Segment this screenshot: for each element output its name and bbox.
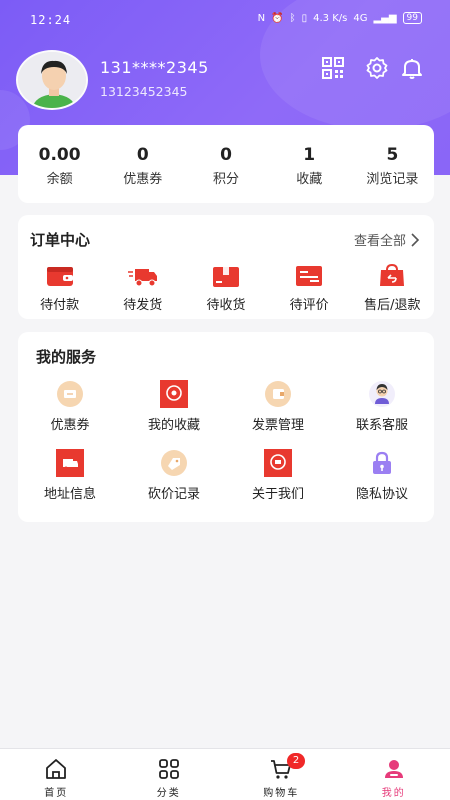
- box-icon: [212, 267, 239, 287]
- tab-home[interactable]: 首页: [0, 749, 113, 800]
- tab-label: 购物车: [263, 788, 300, 799]
- privacy-lock-icon: [373, 451, 391, 474]
- tab-label: 分类: [156, 788, 181, 799]
- order-center-title: 订单中心: [30, 231, 91, 249]
- order-pending-receipt[interactable]: 待收货: [186, 263, 266, 313]
- wallet-icon: [46, 267, 73, 286]
- service-label: 发票管理: [251, 418, 304, 433]
- cart-badge: 2: [287, 753, 305, 769]
- order-item-label: 售后/退款: [364, 298, 421, 313]
- service-privacy[interactable]: 隐私协议: [330, 449, 434, 502]
- order-status-row: 待付款 待发货 待收货 待评价 售后/退款: [18, 263, 434, 313]
- chevron-right-icon: [411, 232, 420, 247]
- my-services-card: 我的服务 优惠券 我的收藏 发票管理 联系客服 地址信息 砍价记录 关于我们 隐…: [18, 332, 434, 522]
- service-label: 砍价记录: [147, 487, 200, 502]
- order-item-label: 待评价: [289, 298, 329, 313]
- stat-value: 0: [136, 145, 149, 165]
- status-icons: N ⏰ ᛒ ▯ 4.3 K/s 4G ▂▄▆ 99: [258, 12, 422, 24]
- notification-bell-icon[interactable]: [400, 56, 424, 80]
- profile-icon: [384, 760, 403, 778]
- tab-label: 我的: [381, 788, 406, 799]
- service-favorites[interactable]: 我的收藏: [122, 380, 226, 433]
- alarm-icon: ⏰: [271, 12, 284, 24]
- service-bargain[interactable]: 砍价记录: [122, 449, 226, 502]
- stat-label: 积分: [213, 172, 240, 187]
- tab-profile[interactable]: 我的: [338, 749, 450, 800]
- status-bar: 12:24 N ⏰ ᛒ ▯ 4.3 K/s 4G ▂▄▆ 99: [0, 0, 450, 40]
- home-icon: [46, 759, 67, 779]
- stat-history[interactable]: 5 浏览记录: [351, 125, 434, 203]
- stat-label: 收藏: [296, 172, 323, 187]
- order-pending-shipment[interactable]: 待发货: [103, 263, 183, 313]
- nfc-icon: N: [257, 12, 266, 24]
- service-label: 地址信息: [43, 487, 96, 502]
- battery-icon: 99: [402, 12, 422, 24]
- stat-value: 1: [303, 145, 316, 165]
- about-icon: [264, 449, 292, 477]
- stat-value: 0: [220, 145, 232, 165]
- customer-service-icon: [369, 381, 395, 407]
- network-speed: 4.3 K/s: [313, 12, 348, 24]
- order-item-label: 待收货: [206, 298, 246, 313]
- avatar[interactable]: [16, 50, 88, 110]
- bottom-tab-bar: 首页 分类 2 购物车 我的: [0, 748, 450, 800]
- order-after-sale[interactable]: 售后/退款: [352, 263, 432, 313]
- service-coupons[interactable]: 优惠券: [18, 380, 122, 433]
- bargain-icon: [161, 450, 187, 476]
- see-all-orders-link[interactable]: 查看全部: [354, 230, 420, 249]
- order-item-label: 待付款: [40, 298, 80, 313]
- stat-balance[interactable]: 0.00 余额: [18, 125, 101, 203]
- vibrate-icon: ▯: [301, 12, 308, 24]
- review-icon: [296, 266, 323, 286]
- username[interactable]: 131****2345: [100, 58, 209, 77]
- see-all-label: 查看全部: [353, 234, 406, 249]
- stat-value: 0.00: [38, 145, 81, 165]
- order-pending-payment[interactable]: 待付款: [20, 263, 100, 313]
- service-label: 隐私协议: [355, 487, 408, 502]
- refund-icon: [380, 263, 405, 286]
- service-label: 关于我们: [251, 487, 304, 502]
- stats-card: 0.00 余额 0 优惠券 0 积分 1 收藏 5 浏览记录: [18, 125, 434, 203]
- status-time: 12:24: [30, 13, 72, 27]
- stat-label: 优惠券: [123, 172, 163, 187]
- favorites-icon: [160, 380, 188, 408]
- stat-favorites[interactable]: 1 收藏: [268, 125, 351, 203]
- stat-points[interactable]: 0 积分: [184, 125, 267, 203]
- address-icon: [56, 449, 84, 477]
- service-label: 联系客服: [355, 418, 408, 433]
- settings-icon[interactable]: [365, 56, 389, 80]
- order-pending-review[interactable]: 待评价: [269, 263, 349, 313]
- invoice-icon: [265, 381, 291, 407]
- stat-label: 浏览记录: [366, 172, 419, 187]
- stat-label: 余额: [46, 172, 73, 187]
- order-center-card: 订单中心 查看全部 待付款 待发货 待收货 待评价 售后/退款: [18, 215, 434, 319]
- service-about-us[interactable]: 关于我们: [226, 449, 330, 502]
- user-phone: 13123452345: [100, 84, 188, 99]
- services-grid: 优惠券 我的收藏 发票管理 联系客服 地址信息 砍价记录 关于我们 隐私协议: [18, 380, 434, 502]
- truck-icon: [127, 269, 157, 287]
- coupon-icon: [57, 381, 83, 407]
- services-title: 我的服务: [36, 348, 97, 366]
- service-invoice[interactable]: 发票管理: [226, 380, 330, 433]
- order-item-label: 待发货: [123, 298, 163, 313]
- stat-coupons[interactable]: 0 优惠券: [101, 125, 184, 203]
- bluetooth-icon: ᛒ: [289, 12, 296, 24]
- qr-code-icon[interactable]: [321, 56, 345, 80]
- service-address[interactable]: 地址信息: [18, 449, 122, 502]
- signal-label: 4G: [353, 12, 368, 24]
- service-label: 我的收藏: [147, 418, 200, 433]
- service-customer-support[interactable]: 联系客服: [330, 380, 434, 433]
- category-grid-icon: [158, 759, 179, 779]
- service-label: 优惠券: [50, 418, 90, 433]
- tab-category[interactable]: 分类: [113, 749, 226, 800]
- signal-icon: ▂▄▆: [373, 12, 397, 24]
- tab-cart[interactable]: 2 购物车: [225, 749, 338, 800]
- stat-value: 5: [386, 145, 399, 165]
- tab-label: 首页: [44, 788, 69, 799]
